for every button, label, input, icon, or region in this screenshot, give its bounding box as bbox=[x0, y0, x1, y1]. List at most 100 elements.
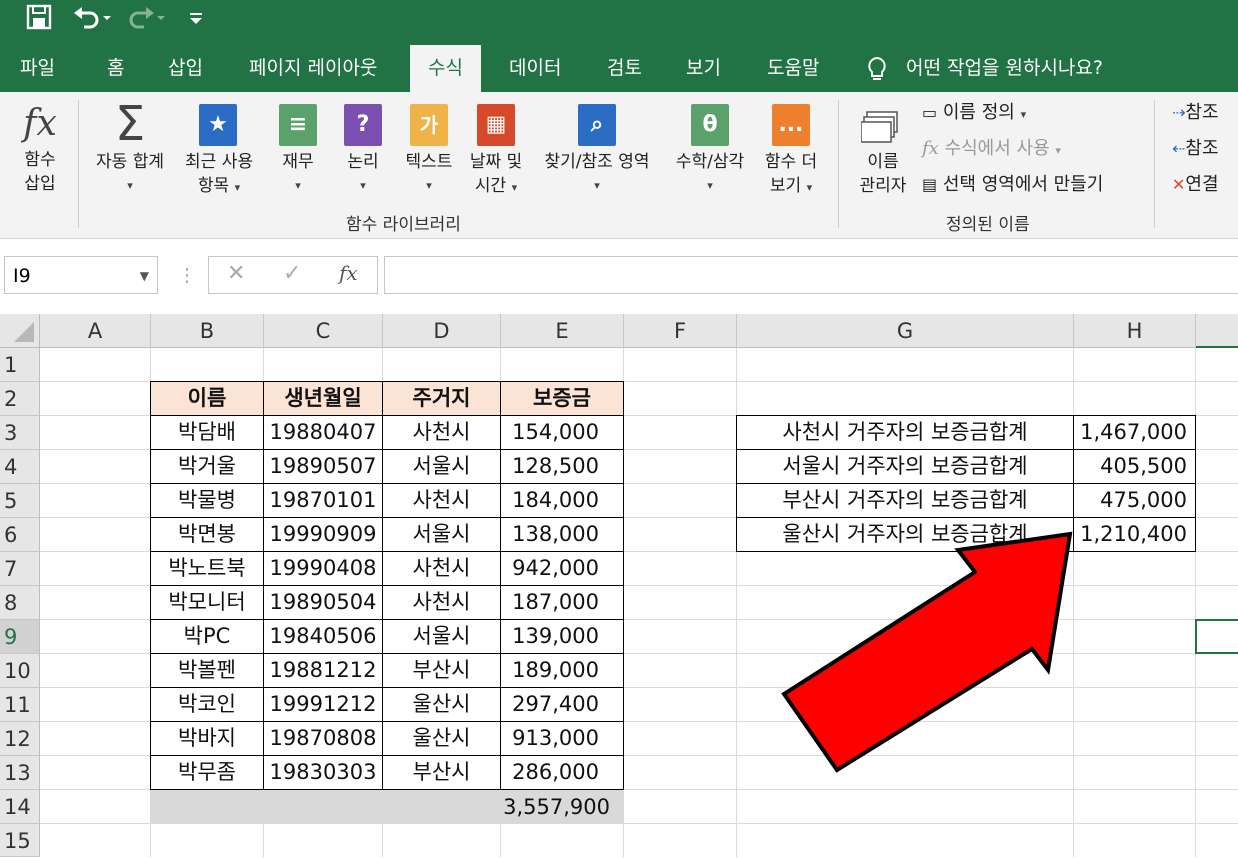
cell-b7[interactable]: 박노트북 bbox=[150, 551, 264, 586]
cell-e9[interactable]: 139,000 bbox=[500, 619, 624, 654]
cell-b9[interactable]: 박PC bbox=[150, 619, 264, 654]
row-header-12[interactable]: 12 bbox=[0, 722, 40, 756]
cell-b11[interactable]: 박코인 bbox=[150, 687, 264, 722]
cell-e6[interactable]: 138,000 bbox=[500, 517, 624, 552]
cell-b3[interactable]: 박담배 bbox=[150, 415, 264, 450]
cell-e7[interactable]: 942,000 bbox=[500, 551, 624, 586]
tab-data[interactable]: 데이터 bbox=[509, 45, 561, 92]
selected-cell-i9[interactable] bbox=[1195, 619, 1238, 654]
summary-value-sacheon[interactable]: 1,467,000 bbox=[1073, 415, 1196, 450]
undo-icon[interactable] bbox=[72, 4, 112, 37]
summary-label-sacheon[interactable]: 사천시 거주자의 보증금합계 bbox=[736, 415, 1074, 450]
cell-c13[interactable]: 19830303 bbox=[263, 755, 383, 790]
cell-e8[interactable]: 187,000 bbox=[500, 585, 624, 620]
summary-label-busan[interactable]: 부산시 거주자의 보증금합계 bbox=[736, 483, 1074, 518]
cell-b10[interactable]: 박볼펜 bbox=[150, 653, 264, 688]
cell-c6[interactable]: 19990909 bbox=[263, 517, 383, 552]
enter-icon[interactable]: ✓ bbox=[283, 261, 301, 286]
financial-button[interactable]: ≡ 재무 ▾ bbox=[272, 100, 324, 198]
cell-b12[interactable]: 박바지 bbox=[150, 721, 264, 756]
cell-e12[interactable]: 913,000 bbox=[500, 721, 624, 756]
logical-button[interactable]: ? 논리 ▾ bbox=[337, 100, 389, 198]
column-header-d[interactable]: D bbox=[383, 314, 501, 348]
column-header-e[interactable]: E bbox=[501, 314, 624, 348]
column-header-b[interactable]: B bbox=[151, 314, 264, 348]
math-button[interactable]: θ 수학/삼각 ▾ bbox=[666, 100, 754, 198]
tab-formulas[interactable]: 수식 bbox=[410, 45, 481, 92]
cell-c5[interactable]: 19870101 bbox=[263, 483, 383, 518]
cell-d13[interactable]: 부산시 bbox=[382, 755, 501, 790]
row-header-4[interactable]: 4 bbox=[0, 450, 40, 484]
save-icon[interactable] bbox=[26, 4, 52, 37]
lookup-button[interactable]: ⌕ 찾기/참조 영역 ▾ bbox=[532, 100, 662, 198]
row-header-8[interactable]: 8 bbox=[0, 586, 40, 620]
row-header-1[interactable]: 1 bbox=[0, 348, 40, 382]
table-header-deposit[interactable]: 보증금 bbox=[500, 381, 624, 416]
row-header-9[interactable]: 9 bbox=[0, 620, 40, 654]
select-all-corner[interactable] bbox=[0, 314, 40, 348]
name-box[interactable]: I9 ▼ bbox=[4, 256, 158, 294]
cell-d7[interactable]: 사천시 bbox=[382, 551, 501, 586]
cell-c4[interactable]: 19890507 bbox=[263, 449, 383, 484]
summary-label-seoul[interactable]: 서울시 거주자의 보증금합계 bbox=[736, 449, 1074, 484]
cell-c8[interactable]: 19890504 bbox=[263, 585, 383, 620]
define-name-button[interactable]: ▭ 이름 정의 ▾ bbox=[922, 98, 1026, 130]
worksheet-grid[interactable]: A B C D E F G H 1 2 3 4 5 6 7 8 9 10 11 … bbox=[0, 314, 1238, 857]
create-from-selection-button[interactable]: ▤ 선택 영역에서 만들기 bbox=[922, 170, 1103, 200]
table-header-residence[interactable]: 주거지 bbox=[382, 381, 501, 416]
row-header-14[interactable]: 14 bbox=[0, 790, 40, 824]
chevron-down-icon[interactable]: ▼ bbox=[140, 257, 149, 295]
redo-icon[interactable] bbox=[126, 4, 166, 37]
cell-e13[interactable]: 286,000 bbox=[500, 755, 624, 790]
customize-icon[interactable] bbox=[187, 4, 205, 37]
summary-value-busan[interactable]: 475,000 bbox=[1073, 483, 1196, 518]
row-header-13[interactable]: 13 bbox=[0, 756, 40, 790]
column-header-f[interactable]: F bbox=[624, 314, 737, 348]
name-manager-button[interactable]: 이름 관리자 bbox=[852, 106, 914, 198]
cell-c11[interactable]: 19991212 bbox=[263, 687, 383, 722]
cell-d3[interactable]: 사천시 bbox=[382, 415, 501, 450]
cell-d4[interactable]: 서울시 bbox=[382, 449, 501, 484]
row-header-11[interactable]: 11 bbox=[0, 688, 40, 722]
cell-b6[interactable]: 박면봉 bbox=[150, 517, 264, 552]
tell-me-search[interactable]: 어떤 작업을 원하시나요? bbox=[906, 45, 1103, 92]
column-header-g[interactable]: G bbox=[737, 314, 1074, 348]
summary-value-ulsan[interactable]: 1,210,400 bbox=[1073, 517, 1196, 552]
cell-d12[interactable]: 울산시 bbox=[382, 721, 501, 756]
autosum-button[interactable]: Σ 자동 합계 ▾ bbox=[88, 98, 172, 198]
row-header-15[interactable]: 15 bbox=[0, 824, 40, 857]
cell-e10[interactable]: 189,000 bbox=[500, 653, 624, 688]
cell-c12[interactable]: 19870808 bbox=[263, 721, 383, 756]
trace-precedents-button[interactable]: ⇢참조 bbox=[1172, 98, 1219, 128]
datetime-button[interactable]: ▦ 날짜 및 시간 ▾ bbox=[464, 100, 528, 200]
row-header-2[interactable]: 2 bbox=[0, 382, 40, 416]
cancel-icon[interactable]: ✕ bbox=[227, 261, 245, 286]
tab-view[interactable]: 보기 bbox=[686, 45, 721, 92]
cell-c9[interactable]: 19840506 bbox=[263, 619, 383, 654]
remove-arrows-button[interactable]: ✕연결 bbox=[1172, 170, 1219, 200]
cell-d6[interactable]: 서울시 bbox=[382, 517, 501, 552]
cell-d9[interactable]: 서울시 bbox=[382, 619, 501, 654]
tab-file[interactable]: 파일 bbox=[20, 45, 55, 92]
formula-input[interactable] bbox=[384, 256, 1238, 294]
cell-e4[interactable]: 128,500 bbox=[500, 449, 624, 484]
cell-c3[interactable]: 19880407 bbox=[263, 415, 383, 450]
table-header-birthdate[interactable]: 생년월일 bbox=[263, 381, 383, 416]
more-functions-button[interactable]: ... 함수 더 보기 ▾ bbox=[758, 100, 824, 200]
cell-d8[interactable]: 사천시 bbox=[382, 585, 501, 620]
tab-page-layout[interactable]: 페이지 레이아웃 bbox=[249, 45, 377, 92]
text-button[interactable]: 가 텍스트 ▾ bbox=[398, 100, 460, 198]
row-header-5[interactable]: 5 bbox=[0, 484, 40, 518]
column-header-a[interactable]: A bbox=[40, 314, 151, 348]
row-header-3[interactable]: 3 bbox=[0, 416, 40, 450]
cell-d11[interactable]: 울산시 bbox=[382, 687, 501, 722]
tab-help[interactable]: 도움말 bbox=[767, 45, 819, 92]
insert-function-button[interactable]: fx 함수 삽입 bbox=[14, 100, 66, 196]
cell-b5[interactable]: 박물병 bbox=[150, 483, 264, 518]
tab-insert[interactable]: 삽입 bbox=[168, 45, 203, 92]
row-header-10[interactable]: 10 bbox=[0, 654, 40, 688]
insert-function-icon[interactable]: fx bbox=[339, 261, 358, 285]
cell-d5[interactable]: 사천시 bbox=[382, 483, 501, 518]
cell-b4[interactable]: 박거울 bbox=[150, 449, 264, 484]
column-header-i[interactable] bbox=[1196, 314, 1238, 348]
